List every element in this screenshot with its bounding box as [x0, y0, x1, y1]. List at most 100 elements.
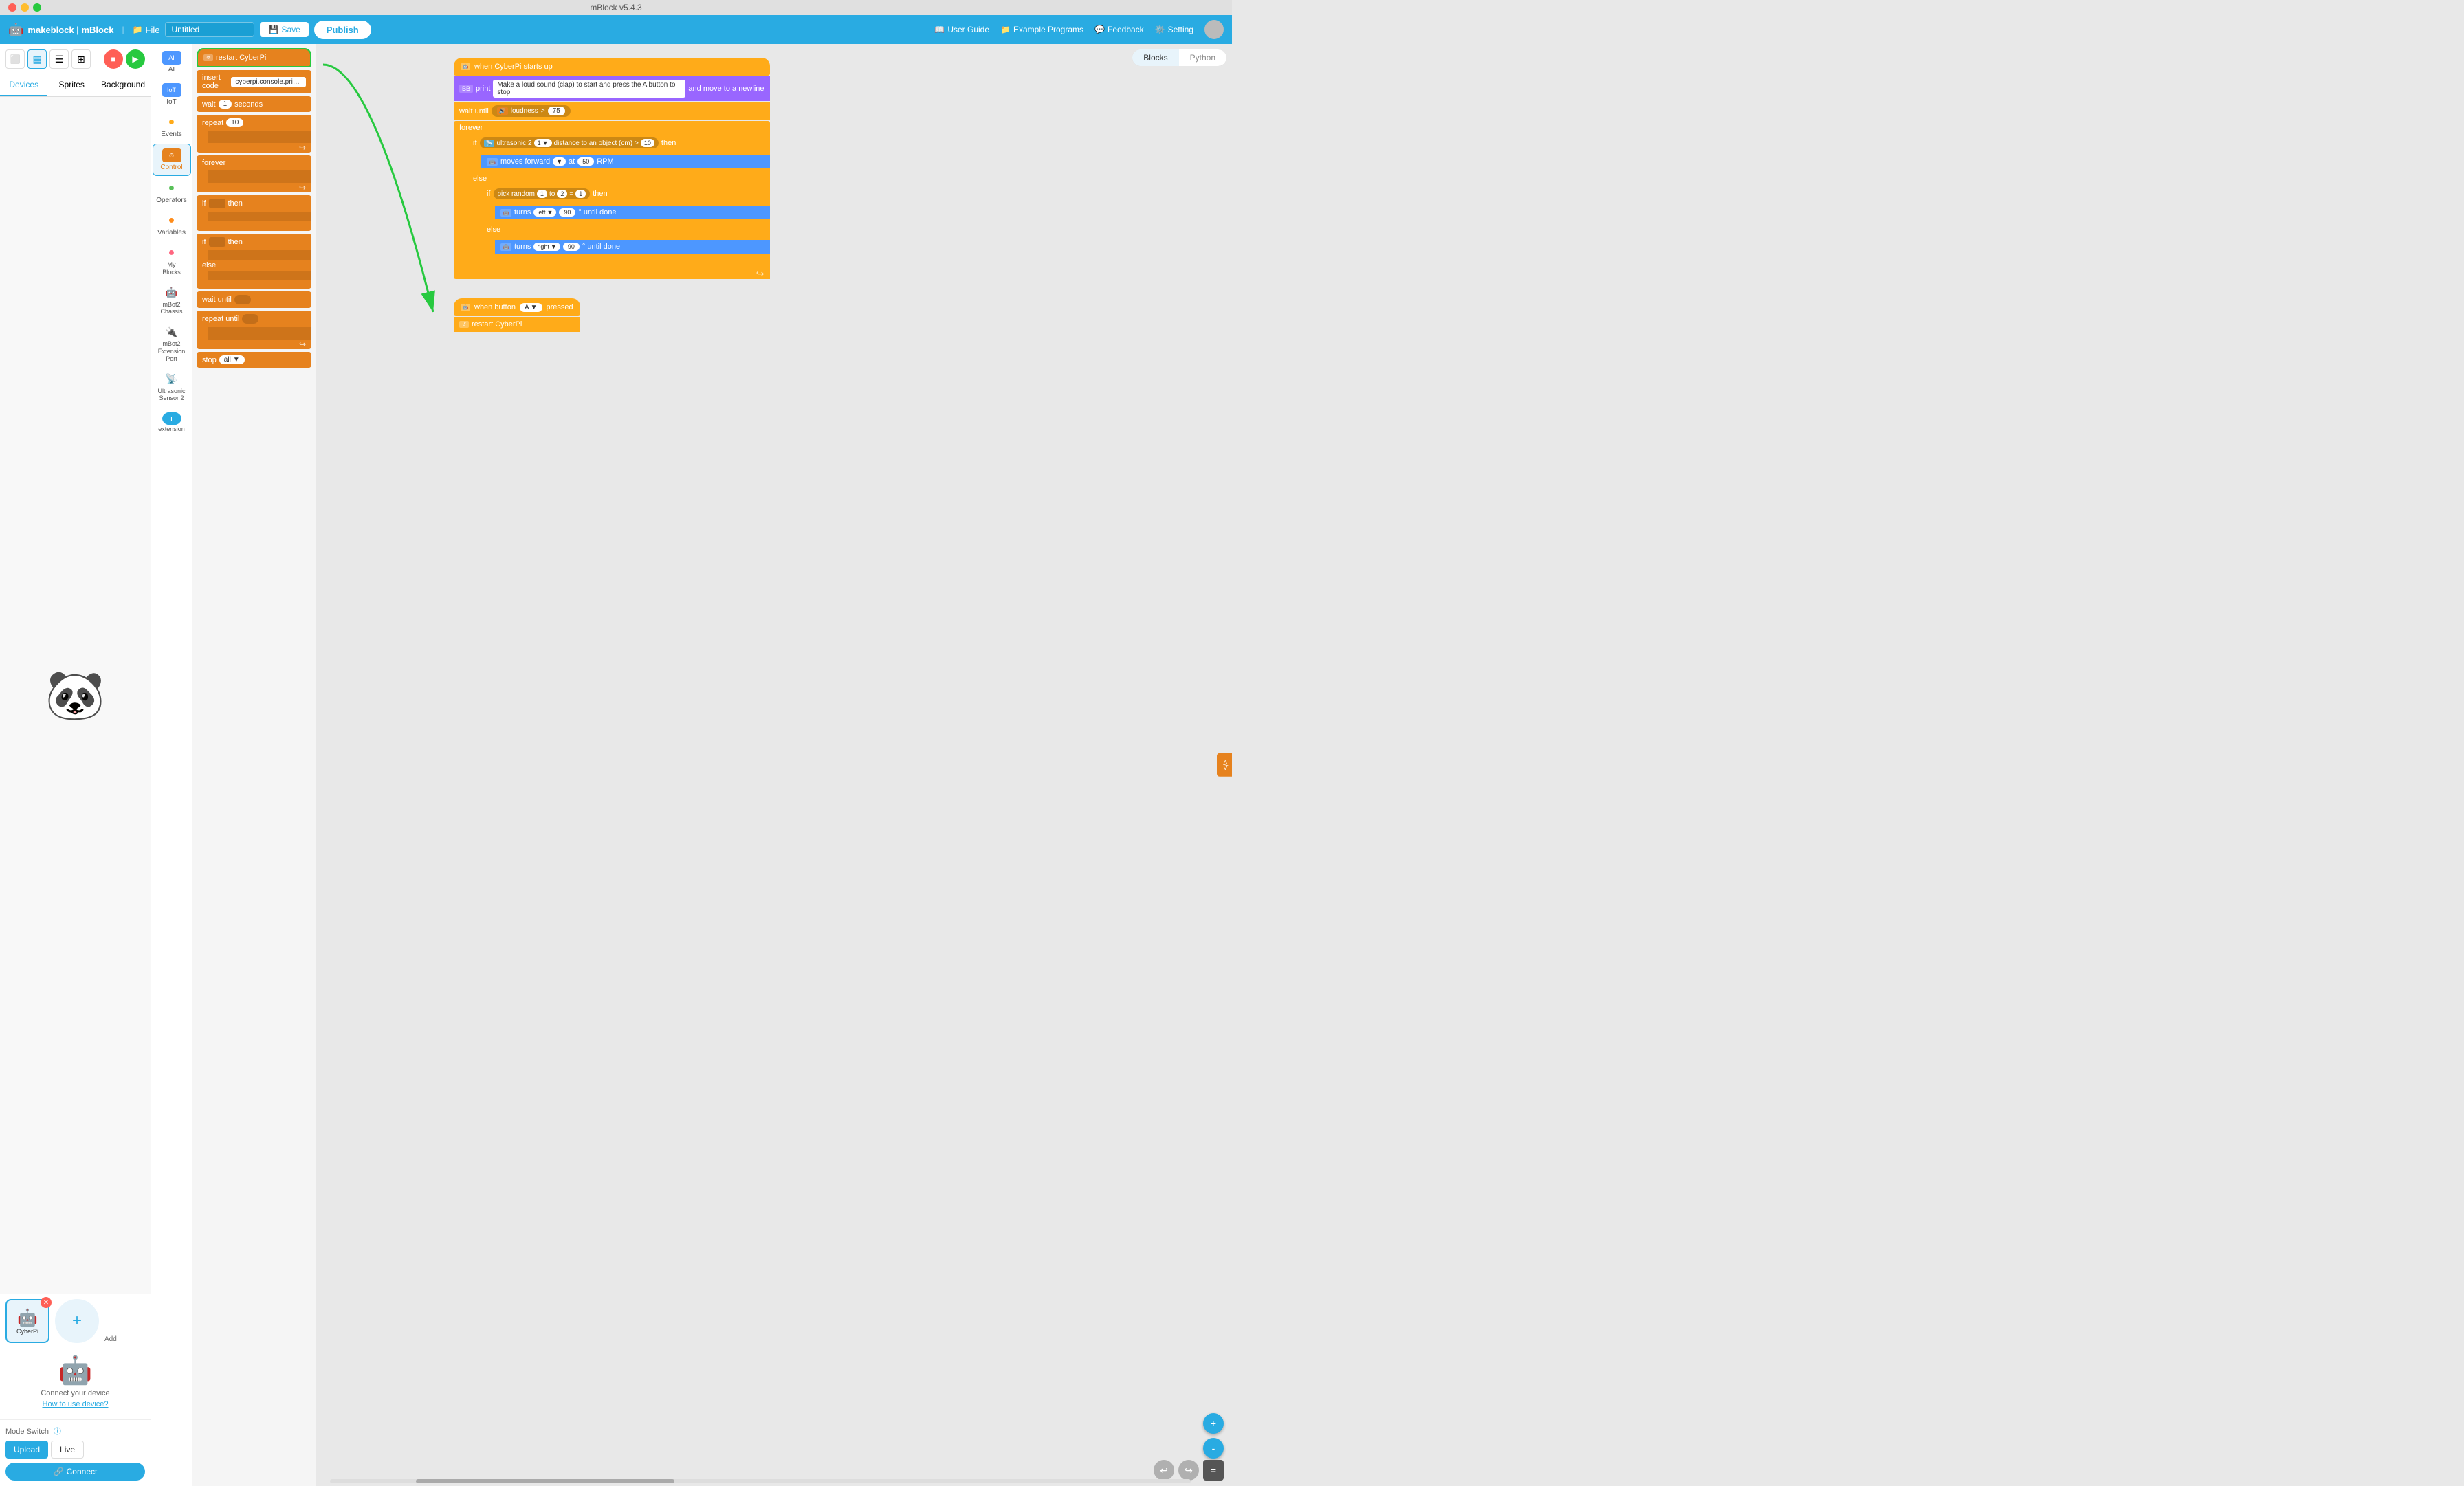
- script-2: 🤖 when button A▼ pressed ↺ restart Cyber…: [454, 298, 580, 332]
- category-control[interactable]: ⏱ Control: [153, 144, 191, 176]
- random-equals[interactable]: 1: [575, 190, 586, 198]
- robot-turn-left-icon: 🤖: [500, 209, 512, 217]
- category-iot[interactable]: IoT IoT: [153, 79, 191, 110]
- mode-switch: Mode Switch ⓘ Upload Live 🔗 Connect: [0, 1419, 151, 1486]
- tab-sprites[interactable]: Sprites: [47, 74, 95, 96]
- loudness-value[interactable]: 75: [548, 107, 565, 115]
- direction-dropdown[interactable]: ▼: [553, 157, 566, 166]
- close-button[interactable]: [8, 3, 16, 12]
- publish-button[interactable]: Publish: [314, 21, 371, 39]
- main-content: ⬜ ▦ ☰ ⊞ ■ ▶ Devices Sprites Background 🐼: [0, 44, 1232, 1486]
- redo-button[interactable]: ↪: [1178, 1460, 1199, 1481]
- example-programs-button[interactable]: 📁 Example Programs: [1000, 25, 1084, 34]
- category-mbot2chassis[interactable]: 🤖 mBot2Chassis: [153, 282, 191, 320]
- category-events[interactable]: ● Events: [153, 111, 191, 142]
- block-restart-cyberpi[interactable]: ↺ restart CyberPi: [197, 48, 311, 67]
- mbot2chassis-label: mBot2Chassis: [160, 301, 182, 316]
- print-value[interactable]: Make a loud sound (clap) to start and pr…: [493, 80, 685, 98]
- block-turns-left[interactable]: 🤖 turns left▼ 90 ° until done: [495, 206, 770, 219]
- view-btn-large[interactable]: ⊞: [72, 49, 91, 69]
- feedback-button[interactable]: 💬 Feedback: [1094, 25, 1144, 34]
- user-guide-button[interactable]: 📖 User Guide: [934, 25, 989, 34]
- stop-dropdown[interactable]: all▼: [219, 355, 245, 364]
- live-button[interactable]: Live: [51, 1441, 84, 1459]
- block-if-then[interactable]: if then: [197, 195, 311, 231]
- traffic-lights[interactable]: [8, 3, 41, 12]
- filename-input[interactable]: [165, 22, 254, 37]
- view-btn-grid[interactable]: ▦: [28, 49, 47, 69]
- events-icon: ●: [162, 115, 182, 129]
- rpm-value[interactable]: 50: [578, 157, 594, 166]
- panel-tabs: Devices Sprites Background: [0, 74, 151, 97]
- device-cyberpi[interactable]: ✕ 🤖 CyberPi: [6, 1299, 50, 1343]
- category-ai[interactable]: AI AI: [153, 47, 191, 78]
- block-repeat-until[interactable]: repeat until ↪: [197, 311, 311, 349]
- scroll-thumb[interactable]: [416, 1479, 674, 1483]
- zoom-out-button[interactable]: -: [1203, 1438, 1224, 1459]
- block-stop[interactable]: stop all▼: [197, 352, 311, 368]
- category-extension[interactable]: + extension: [153, 408, 191, 436]
- how-to-link[interactable]: How to use device?: [11, 1400, 140, 1408]
- button-dropdown[interactable]: A▼: [520, 303, 542, 312]
- scrollbar[interactable]: [330, 1479, 1191, 1483]
- device-close-icon[interactable]: ✕: [41, 1297, 52, 1308]
- category-myblocks[interactable]: ● MyBlocks: [153, 242, 191, 280]
- tab-blocks[interactable]: Blocks: [1132, 49, 1178, 66]
- add-device-button[interactable]: +: [55, 1299, 99, 1343]
- block-insert-code[interactable]: insert code cyberpi.console.print("hello…: [197, 70, 311, 93]
- random-to[interactable]: 2: [557, 190, 567, 198]
- upload-button[interactable]: Upload: [6, 1441, 48, 1459]
- minimize-button[interactable]: [21, 3, 29, 12]
- category-operators[interactable]: ● Operators: [153, 177, 191, 208]
- tab-background[interactable]: Background: [96, 74, 151, 96]
- wait-value[interactable]: 1: [219, 100, 232, 109]
- canvas-tabs: Blocks Python: [1132, 49, 1226, 66]
- turn-right-degrees[interactable]: 90: [563, 243, 580, 251]
- category-ultrasonic[interactable]: 📡 UltrasonicSensor 2: [153, 368, 191, 407]
- turn-left-dropdown[interactable]: left▼: [534, 208, 556, 217]
- run-button[interactable]: ▶: [126, 49, 145, 69]
- left-panel: ⬜ ▦ ☰ ⊞ ■ ▶ Devices Sprites Background 🐼: [0, 44, 151, 1486]
- mode-switch-info-icon[interactable]: ⓘ: [54, 1428, 61, 1436]
- category-mbot2ext[interactable]: 🔌 mBot2ExtensionPort: [153, 321, 191, 366]
- stop-button[interactable]: ■: [104, 49, 123, 69]
- sensor-dropdown[interactable]: 1▼: [534, 139, 552, 147]
- block-if-ultrasonic[interactable]: if 📡 ultrasonic 2 1▼ distance to an obje…: [468, 135, 770, 151]
- undo-button[interactable]: ↩: [1154, 1460, 1174, 1481]
- maximize-button[interactable]: [33, 3, 41, 12]
- file-menu[interactable]: 📁 File: [133, 25, 160, 35]
- repeat-value[interactable]: 10: [226, 118, 243, 127]
- zoom-in-button[interactable]: +: [1203, 1413, 1224, 1434]
- code-view-toggle[interactable]: </>: [1217, 753, 1232, 777]
- block-if-random[interactable]: if pick random 1 to 2 = 1 then: [481, 186, 770, 202]
- category-variables[interactable]: ● Variables: [153, 210, 191, 241]
- block-moves-forward[interactable]: 🤖 moves forward ▼ at 50 RPM: [481, 155, 770, 168]
- block-print[interactable]: BB print Make a loud sound (clap) to sta…: [454, 76, 770, 101]
- turn-right-dropdown[interactable]: right▼: [534, 243, 560, 251]
- equals-button[interactable]: =: [1203, 1460, 1224, 1481]
- tab-devices[interactable]: Devices: [0, 74, 47, 96]
- bottom-controls: + -: [1203, 1413, 1224, 1459]
- random-from[interactable]: 1: [537, 190, 547, 198]
- block-if-else[interactable]: if then else: [197, 234, 311, 289]
- hat-when-button-pressed[interactable]: 🤖 when button A▼ pressed: [454, 298, 580, 316]
- block-restart-cyberpi-2[interactable]: ↺ restart CyberPi: [454, 317, 580, 332]
- block-turns-right[interactable]: 🤖 turns right▼ 90 ° until done: [495, 240, 770, 254]
- block-wait-seconds[interactable]: wait 1 seconds: [197, 96, 311, 112]
- hat-when-cyberpi-starts[interactable]: 🤖 when CyberPi starts up: [454, 58, 770, 76]
- view-btn-list[interactable]: ☰: [50, 49, 69, 69]
- tab-python[interactable]: Python: [1179, 49, 1226, 66]
- save-button[interactable]: 💾 Save: [260, 22, 308, 37]
- block-wait-until-loudness[interactable]: wait until 🔊 loudness > 75: [454, 102, 770, 120]
- button-icon: 🤖: [461, 304, 470, 311]
- turn-left-degrees[interactable]: 90: [559, 208, 575, 217]
- avatar[interactable]: [1204, 20, 1224, 39]
- distance-value[interactable]: 10: [641, 139, 654, 147]
- view-btn-outline[interactable]: ⬜: [6, 49, 25, 69]
- setting-button[interactable]: ⚙️ Setting: [1155, 25, 1194, 34]
- block-wait-until[interactable]: wait until: [197, 291, 311, 308]
- insert-code-value[interactable]: cyberpi.console.print("hello wo: [231, 77, 306, 87]
- block-forever[interactable]: forever ↪: [197, 155, 311, 192]
- connect-button[interactable]: 🔗 Connect: [6, 1463, 145, 1481]
- block-repeat[interactable]: repeat 10 ↪: [197, 115, 311, 153]
